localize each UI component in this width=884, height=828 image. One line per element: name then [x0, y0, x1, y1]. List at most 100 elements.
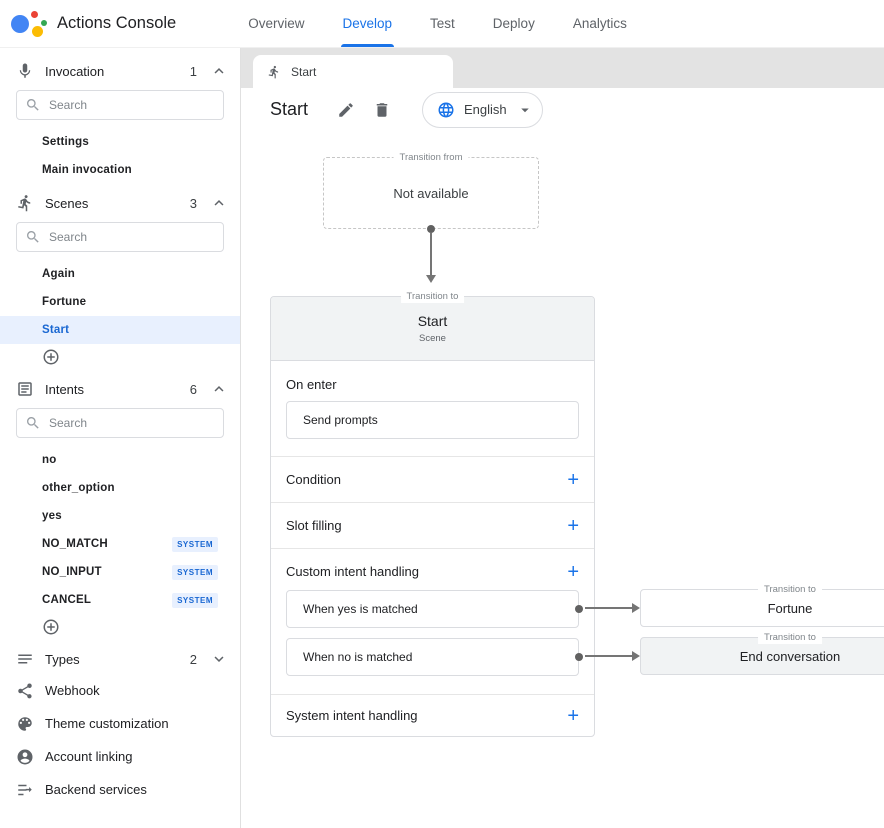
add-condition-button[interactable]: + [567, 470, 579, 490]
scene-toolbar: Start English [241, 88, 884, 131]
language-value: English [464, 102, 507, 117]
sidebar-section-types[interactable]: Types 2 [0, 644, 240, 674]
logo-green-dot [41, 20, 47, 26]
sidebar-section-invocation[interactable]: Invocation 1 [0, 56, 240, 86]
logo-yellow-dot [32, 26, 43, 37]
nav-overview[interactable]: Overview [248, 0, 304, 47]
intents-label: Intents [45, 382, 84, 397]
on-enter-section: On enter Send prompts [271, 361, 594, 457]
scene-card-subtitle: Scene [419, 333, 446, 344]
sidebar-item-webhook[interactable]: Webhook [0, 674, 240, 707]
sidebar-section-scenes[interactable]: Scenes 3 [0, 188, 240, 218]
sidebar-section-intents[interactable]: Intents 6 [0, 374, 240, 404]
nav-develop[interactable]: Develop [343, 0, 393, 47]
types-label: Types [45, 652, 80, 667]
sidebar-item-yes[interactable]: yes [0, 502, 240, 530]
transition-arrowhead-icon [632, 651, 640, 661]
transition-to-legend: Transition to [758, 631, 822, 644]
slot-filling-label: Slot filling [286, 518, 342, 533]
app-header: Actions Console Overview Develop Test De… [0, 0, 884, 48]
search-icon [25, 415, 41, 431]
transition-target-fortune[interactable]: Transition to Fortune [640, 589, 884, 627]
scenes-search[interactable] [16, 222, 224, 252]
system-intent-section: System intent handling + [271, 695, 594, 736]
add-circle-icon [42, 348, 60, 366]
invocation-search[interactable] [16, 90, 224, 120]
language-selector[interactable]: English [422, 92, 543, 128]
sidebar-item-main-invocation[interactable]: Main invocation [0, 156, 240, 184]
add-custom-intent-button[interactable]: + [567, 562, 579, 582]
list-lines-icon [16, 650, 34, 668]
tab-label: Start [291, 65, 316, 79]
sidebar-item-start[interactable]: Start [0, 316, 240, 344]
nav-test[interactable]: Test [430, 0, 455, 47]
sidebar-item-no[interactable]: no [0, 446, 240, 474]
sidebar-item-fortune[interactable]: Fortune [0, 288, 240, 316]
on-enter-label: On enter [286, 377, 579, 392]
tab-start[interactable]: Start [253, 55, 453, 88]
transition-from-box: Transition from Not available [323, 157, 539, 229]
globe-icon [437, 101, 455, 119]
trash-icon[interactable] [373, 101, 391, 119]
handler-when-no[interactable]: When no is matched [286, 638, 579, 676]
condition-section: Condition + [271, 457, 594, 503]
arrow-dropdown-icon [516, 101, 534, 119]
actions-on-google-logo[interactable] [8, 6, 48, 42]
nav-deploy[interactable]: Deploy [493, 0, 535, 47]
content-frame: Invocation 1 Settings Main invocation Sc… [0, 48, 884, 828]
top-nav: Overview Develop Test Deploy Analytics [248, 0, 627, 47]
scenes-search-input[interactable] [49, 230, 215, 244]
sidebar-item-backend-services[interactable]: Backend services [0, 773, 240, 806]
scenes-label: Scenes [45, 196, 88, 211]
sidebar-item-theme-customization[interactable]: Theme customization [0, 707, 240, 740]
app-title: Actions Console [57, 14, 176, 33]
sidebar: Invocation 1 Settings Main invocation Sc… [0, 48, 241, 828]
document-lines-icon [16, 380, 34, 398]
chevron-up-icon[interactable] [210, 194, 228, 212]
system-badge: SYSTEM [172, 565, 218, 580]
send-prompts-chip[interactable]: Send prompts [286, 401, 579, 439]
list-arrow-icon [16, 781, 34, 799]
system-badge: SYSTEM [172, 593, 218, 608]
invocation-count: 1 [190, 64, 197, 79]
invocation-search-input[interactable] [49, 98, 215, 112]
sidebar-item-cancel[interactable]: CANCELSYSTEM [0, 586, 240, 614]
transition-to-legend: Transition to [758, 583, 822, 596]
sidebar-item-other-option[interactable]: other_option [0, 474, 240, 502]
scene-canvas: Transition from Not available Transition… [241, 131, 884, 828]
scene-card-header: Start Scene [271, 297, 594, 361]
sidebar-item-account-linking[interactable]: Account linking [0, 740, 240, 773]
pencil-icon[interactable] [337, 101, 355, 119]
scene-card-legend: Transition to [401, 290, 465, 303]
sidebar-item-settings[interactable]: Settings [0, 128, 240, 156]
transition-arrow-line [585, 607, 633, 609]
handler-when-yes[interactable]: When yes is matched [286, 590, 579, 628]
system-badge: SYSTEM [172, 537, 218, 552]
sidebar-item-again[interactable]: Again [0, 260, 240, 288]
connector-dot [575, 605, 583, 613]
add-slot-button[interactable]: + [567, 516, 579, 536]
sidebar-item-no-input[interactable]: NO_INPUTSYSTEM [0, 558, 240, 586]
app-root: Actions Console Overview Develop Test De… [0, 0, 884, 828]
add-system-intent-button[interactable]: + [567, 706, 579, 726]
add-scene-button[interactable] [0, 344, 240, 370]
scene-title: Start [270, 99, 308, 120]
connector-line [430, 233, 432, 275]
intents-count: 6 [190, 382, 197, 397]
types-count: 2 [190, 652, 197, 667]
slot-filling-section: Slot filling + [271, 503, 594, 549]
transition-arrowhead-icon [632, 603, 640, 613]
search-icon [25, 97, 41, 113]
chevron-up-icon[interactable] [210, 62, 228, 80]
intents-search[interactable] [16, 408, 224, 438]
nav-analytics[interactable]: Analytics [573, 0, 627, 47]
add-intent-button[interactable] [0, 614, 240, 640]
chevron-up-icon[interactable] [210, 380, 228, 398]
intents-search-input[interactable] [49, 416, 215, 430]
logo-red-dot [31, 11, 38, 18]
chevron-down-icon[interactable] [210, 650, 228, 668]
sidebar-item-no-match[interactable]: NO_MATCHSYSTEM [0, 530, 240, 558]
palette-icon [16, 715, 34, 733]
transition-arrow-line [585, 655, 633, 657]
transition-target-end-conversation[interactable]: Transition to End conversation [640, 637, 884, 675]
